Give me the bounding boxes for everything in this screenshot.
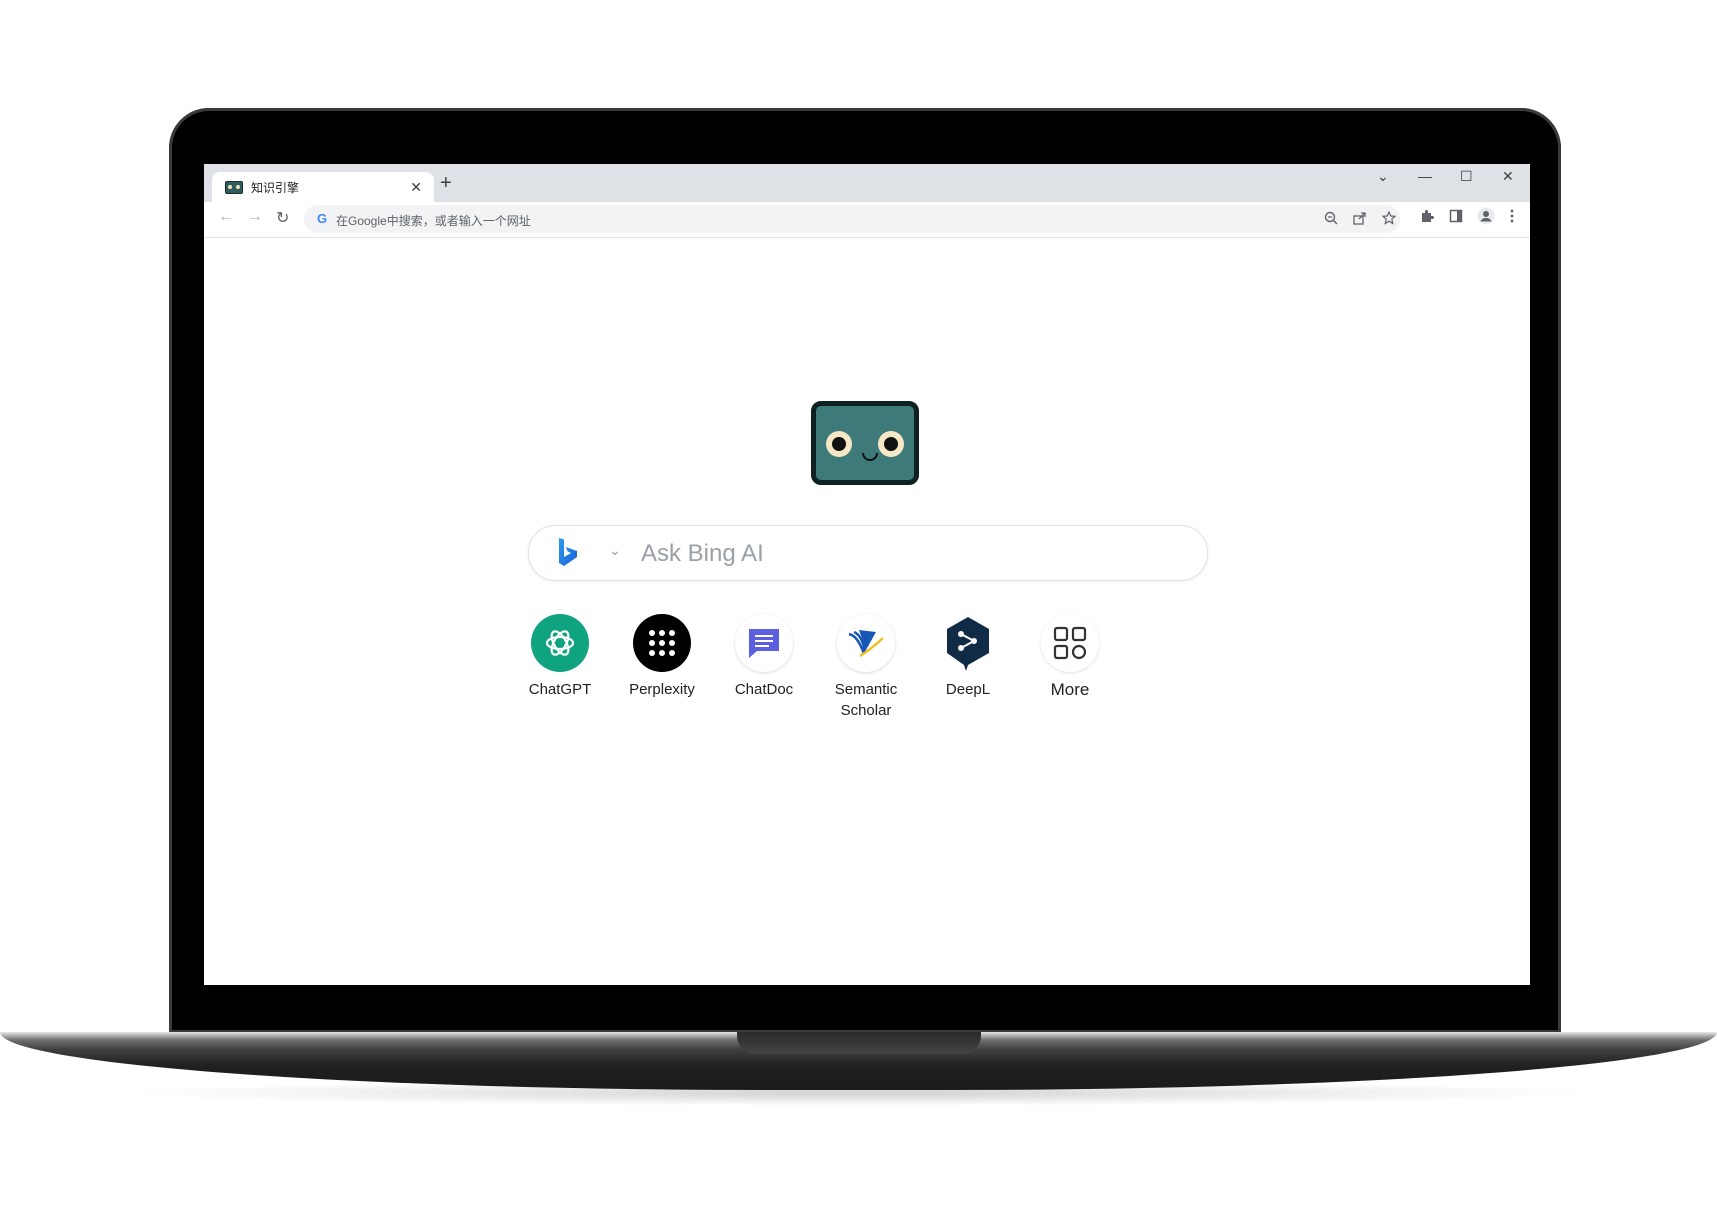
search-input[interactable] xyxy=(639,536,1183,572)
chatdoc-icon xyxy=(735,614,793,672)
tab-close-icon[interactable]: ✕ xyxy=(410,179,422,196)
shortcut-label: ChatGPT xyxy=(528,681,592,698)
shortcut-label: Perplexity xyxy=(629,681,695,698)
search-box[interactable]: ⌄ xyxy=(528,525,1208,581)
shortcut-deepl[interactable]: DeepL xyxy=(923,614,1013,700)
tab-title: 知识引擎 xyxy=(251,180,300,195)
shortcut-semantic-scholar[interactable]: Semantic Scholar xyxy=(821,614,911,721)
google-icon: G xyxy=(317,211,328,226)
shortcut-chatgpt[interactable]: ChatGPT xyxy=(515,614,605,700)
shortcut-more[interactable]: More xyxy=(1025,614,1115,700)
shortcut-perplexity[interactable]: Perplexity xyxy=(617,614,707,700)
shortcut-label: More xyxy=(1050,680,1090,699)
laptop-notch xyxy=(737,1032,981,1054)
zoom-icon[interactable] xyxy=(1324,211,1338,225)
chatgpt-icon xyxy=(531,614,589,672)
extensions-puzzle-icon[interactable] xyxy=(1420,209,1434,223)
close-window-button[interactable]: ✕ xyxy=(1502,168,1514,185)
shortcut-label: ChatDoc xyxy=(734,681,794,698)
minimize-button[interactable]: — xyxy=(1418,168,1432,184)
mascot-left-eye xyxy=(826,431,852,457)
address-bar-placeholder: 在Google中搜索，或者输入一个网址 xyxy=(336,214,531,228)
tab-strip: 知识引擎 ✕ + ⌄ — ☐ ✕ xyxy=(204,164,1530,202)
site-favicon-icon xyxy=(225,180,243,194)
deepl-icon xyxy=(939,614,997,672)
reload-button[interactable]: ↻ xyxy=(276,208,289,228)
more-grid-icon xyxy=(1041,614,1099,672)
maximize-button[interactable]: ☐ xyxy=(1460,168,1473,185)
address-bar[interactable]: G 在Google中搜索，或者输入一个网址 xyxy=(304,205,1400,233)
semantic-scholar-icon xyxy=(837,614,895,672)
back-button[interactable]: ← xyxy=(218,208,234,226)
search-engine-dropdown-icon[interactable]: ⌄ xyxy=(609,542,621,559)
browser-toolbar: ← → ↻ G 在Google中搜索，或者输入一个网址 xyxy=(204,202,1530,238)
shortcut-label: Semantic Scholar xyxy=(834,681,898,719)
profile-avatar-icon[interactable] xyxy=(1477,207,1495,225)
forward-button[interactable]: → xyxy=(247,208,263,226)
tab-search-chevron-icon[interactable]: ⌄ xyxy=(1377,168,1389,185)
new-tab-button[interactable]: + xyxy=(440,173,452,193)
mascot-smile xyxy=(862,453,878,461)
tab-active[interactable]: 知识引擎 ✕ xyxy=(212,172,434,202)
bing-icon[interactable] xyxy=(557,537,579,569)
bookmark-star-icon[interactable] xyxy=(1382,211,1396,225)
perplexity-icon xyxy=(633,614,691,672)
shortcut-chatdoc[interactable]: ChatDoc xyxy=(719,614,809,700)
share-icon[interactable] xyxy=(1353,211,1367,225)
shortcut-label: DeepL xyxy=(945,681,991,698)
mascot-logo xyxy=(811,401,919,485)
side-panel-icon[interactable] xyxy=(1449,209,1463,223)
mascot-right-eye xyxy=(878,431,904,457)
menu-kebab-icon[interactable] xyxy=(1509,209,1515,223)
browser-window: 知识引擎 ✕ + ⌄ — ☐ ✕ ← → ↻ G 在Google中搜索，或者输入… xyxy=(204,164,1530,985)
